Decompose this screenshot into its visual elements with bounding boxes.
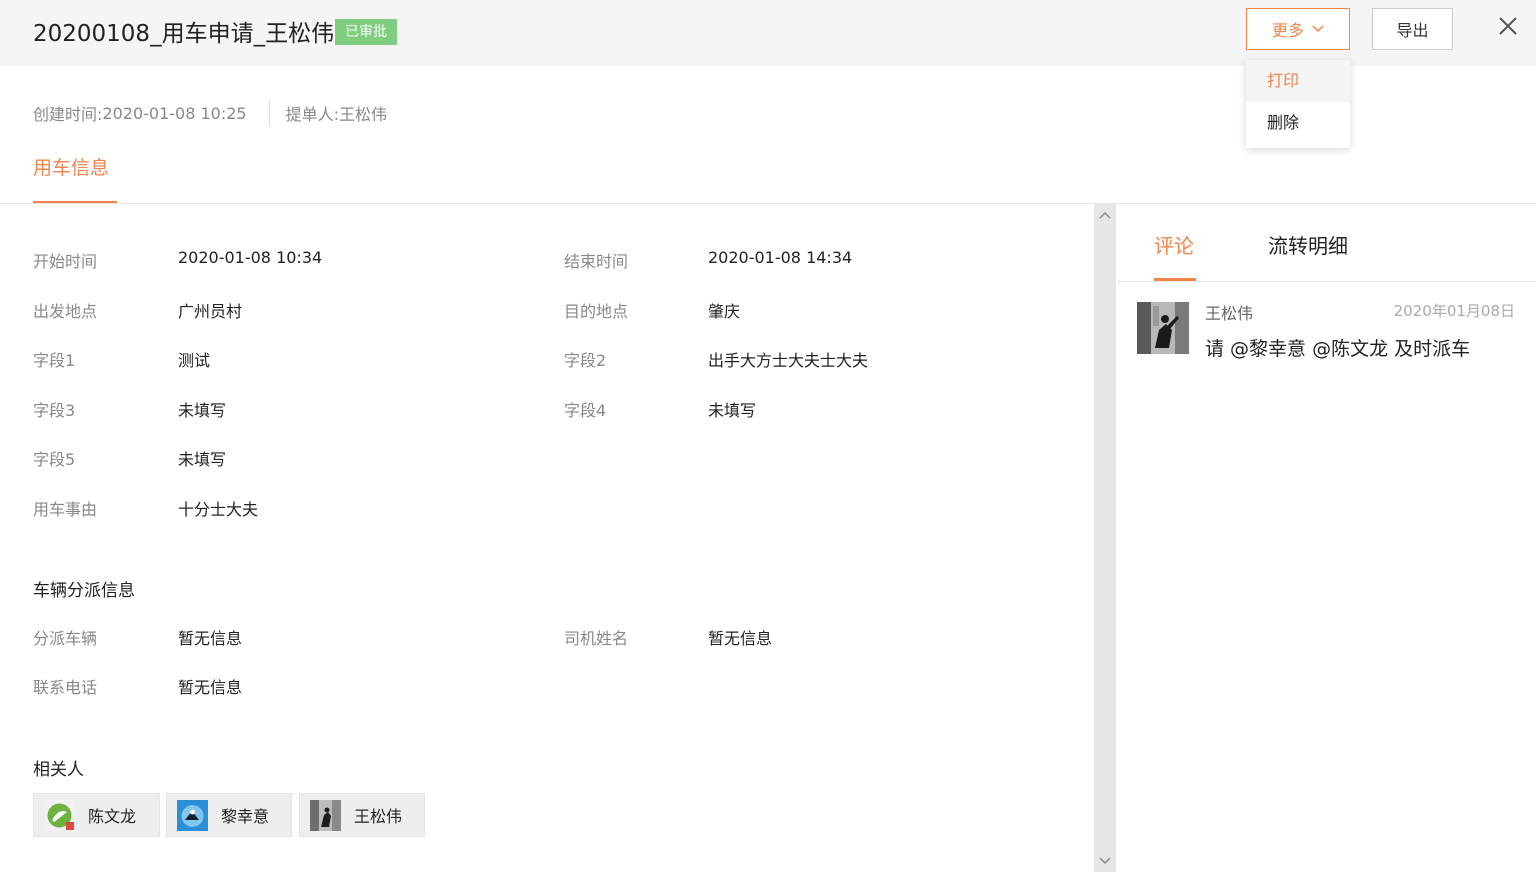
created-value: 2020-01-08 10:25 — [102, 103, 247, 123]
field-value: 未填写 — [178, 450, 227, 469]
status-badge: 已审批 — [335, 19, 397, 45]
detail-panel: 开始时间 2020-01-08 10:34 结束时间 2020-01-08 14… — [0, 204, 1094, 895]
person-name: 黎幸意 — [221, 807, 270, 826]
export-button[interactable]: 导出 — [1372, 8, 1453, 50]
field-value: 十分士大夫 — [178, 500, 259, 519]
created-label: 创建时间: — [33, 105, 103, 124]
submitter-value: 王松伟 — [339, 105, 388, 124]
field-label: 字段4 — [564, 401, 607, 420]
person-chip[interactable]: 黎幸意 — [166, 793, 292, 837]
field-value: 暂无信息 — [708, 629, 773, 648]
scroll-up-icon — [1099, 211, 1111, 219]
scroll-thumb[interactable] — [1097, 226, 1113, 846]
chevron-down-icon — [1312, 25, 1324, 33]
menu-item-delete[interactable]: 删除 — [1246, 102, 1350, 144]
field-label: 出发地点 — [33, 302, 98, 321]
field-label: 结束时间 — [564, 252, 629, 271]
comment-text: 请 @黎幸意 @陈文龙 及时派车 — [1205, 338, 1471, 360]
field-value: 暂无信息 — [178, 629, 243, 648]
close-icon — [1499, 17, 1517, 35]
person-chip[interactable]: 王松伟 — [299, 793, 425, 837]
field-label: 字段3 — [33, 401, 76, 420]
person-chip[interactable]: 陈文龙 — [33, 793, 160, 837]
avatar — [310, 799, 341, 831]
panel-divider — [1117, 281, 1536, 282]
field-label: 司机姓名 — [564, 629, 629, 648]
comment-author: 王松伟 — [1205, 304, 1254, 323]
close-button[interactable] — [1494, 12, 1522, 40]
dispatch-section-title: 车辆分派信息 — [33, 581, 135, 601]
vertical-scrollbar[interactable] — [1094, 204, 1116, 872]
field-label: 联系电话 — [33, 678, 98, 697]
person-name: 陈文龙 — [88, 807, 137, 826]
field-value: 测试 — [178, 351, 211, 370]
field-value: 出手大方士大夫士大夫 — [708, 351, 869, 370]
field-value: 未填写 — [178, 401, 227, 420]
tab-vehicle-info[interactable]: 用车信息 — [33, 153, 109, 180]
scroll-up-button[interactable] — [1094, 206, 1116, 224]
document-meta: 创建时间: 2020-01-08 10:25 提单人: 王松伟 — [33, 100, 387, 126]
header-bar: 20200108_用车申请_王松伟 已审批 更多 导出 — [0, 0, 1536, 66]
scroll-down-button[interactable] — [1094, 852, 1116, 870]
avatar — [177, 799, 208, 831]
tab-flow-details[interactable]: 流转明细 — [1268, 230, 1348, 259]
scroll-down-icon — [1099, 857, 1111, 865]
field-value: 暂无信息 — [178, 678, 243, 697]
avatar — [1137, 302, 1189, 354]
tab-comments[interactable]: 评论 — [1154, 230, 1194, 259]
meta-divider — [268, 100, 270, 126]
more-button-label: 更多 — [1271, 21, 1304, 40]
field-label: 字段1 — [33, 351, 76, 370]
field-label: 开始时间 — [33, 252, 98, 271]
related-section-title: 相关人 — [33, 760, 84, 780]
field-label: 分派车辆 — [33, 629, 98, 648]
field-label: 用车事由 — [33, 500, 98, 519]
submitter-label: 提单人: — [285, 105, 339, 124]
comment-date: 2020年01月08日 — [1393, 302, 1515, 320]
avatar — [44, 799, 75, 831]
more-button[interactable]: 更多 — [1246, 8, 1350, 50]
comments-panel: 评论 流转明细 王松伟 2020年01月08日 请 @黎幸意 @陈文龙 及时派车 — [1117, 204, 1536, 895]
more-dropdown-menu: 打印 删除 — [1246, 60, 1350, 148]
field-value: 2020-01-08 14:34 — [708, 248, 853, 267]
field-value: 肇庆 — [708, 302, 741, 321]
menu-item-print[interactable]: 打印 — [1246, 60, 1350, 102]
field-value: 广州员村 — [178, 302, 243, 321]
field-label: 目的地点 — [564, 302, 629, 321]
field-label: 字段2 — [564, 351, 607, 370]
person-name: 王松伟 — [354, 807, 403, 826]
field-value: 2020-01-08 10:34 — [178, 248, 323, 267]
page-title: 20200108_用车申请_王松伟 — [33, 21, 335, 47]
field-value: 未填写 — [708, 401, 757, 420]
field-label: 字段5 — [33, 450, 76, 469]
